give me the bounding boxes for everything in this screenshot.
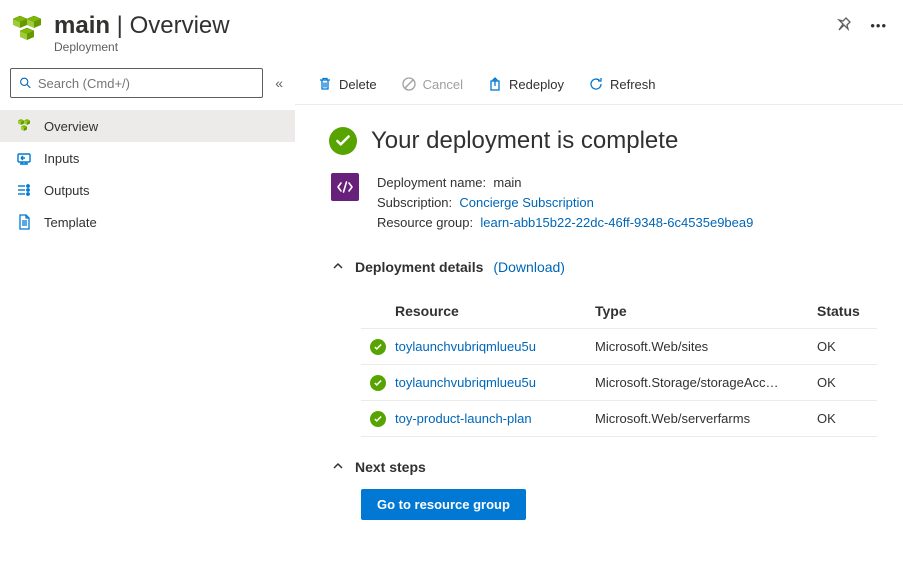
resource-type: Microsoft.Storage/storageAcc… — [595, 375, 817, 390]
header-text-block: main | Overview Deployment — [54, 12, 826, 54]
toolbar-label: Cancel — [423, 77, 463, 92]
trash-icon — [317, 76, 333, 92]
toolbar-label: Redeploy — [509, 77, 564, 92]
resource-type: Microsoft.Web/serverfarms — [595, 411, 817, 426]
sidebar-item-label: Inputs — [44, 151, 79, 166]
deployment-summary-text: Deployment name: main Subscription: Conc… — [377, 173, 753, 233]
col-resource: Resource — [395, 303, 595, 319]
section-title: Next steps — [355, 459, 426, 475]
resource-type: Microsoft.Web/sites — [595, 339, 817, 354]
resource-group-link[interactable]: learn-abb15b22-22dc-46ff-9348-6c4535e9be… — [480, 215, 753, 230]
inputs-icon — [16, 150, 32, 166]
sidebar: « Overview Inputs — [0, 64, 295, 567]
deployment-name-value: main — [493, 175, 521, 190]
page-title: main | Overview — [54, 12, 826, 40]
cancel-button: Cancel — [391, 72, 473, 96]
next-steps-section: Next steps Go to resource group — [331, 455, 877, 520]
pin-icon[interactable] — [836, 16, 852, 35]
table-row: toy-product-launch-plan Microsoft.Web/se… — [361, 401, 877, 437]
refresh-icon — [588, 76, 604, 92]
sidebar-item-label: Overview — [44, 119, 98, 134]
delete-button[interactable]: Delete — [307, 72, 387, 96]
page-subtitle: Deployment — [54, 40, 826, 54]
deployment-details-table: Resource Type Status toylaunchvubriqmlue… — [361, 293, 877, 437]
download-link[interactable]: (Download) — [493, 259, 565, 275]
deployment-details-header[interactable]: Deployment details (Download) — [331, 255, 877, 279]
resource-status: OK — [817, 375, 877, 390]
sidebar-item-inputs[interactable]: Inputs — [0, 142, 295, 174]
sidebar-item-label: Outputs — [44, 183, 90, 198]
toolbar-label: Refresh — [610, 77, 656, 92]
arm-template-icon — [331, 173, 359, 201]
sidebar-item-outputs[interactable]: Outputs — [0, 174, 295, 206]
collapse-sidebar-icon[interactable]: « — [271, 71, 287, 95]
resource-link[interactable]: toy-product-launch-plan — [395, 411, 595, 426]
main-content: Delete Cancel Redeploy Refresh — [295, 64, 903, 567]
search-icon — [19, 76, 32, 90]
overview-icon — [16, 118, 32, 134]
status-title: Your deployment is complete — [371, 127, 678, 155]
sidebar-item-template[interactable]: Template — [0, 206, 295, 238]
table-row: toylaunchvubriqmlueu5u Microsoft.Web/sit… — [361, 329, 877, 365]
deployment-details-section: Deployment details (Download) Resource T… — [331, 255, 877, 437]
search-box[interactable] — [10, 68, 263, 98]
refresh-button[interactable]: Refresh — [578, 72, 666, 96]
sidebar-item-overview[interactable]: Overview — [0, 110, 295, 142]
next-steps-header[interactable]: Next steps — [331, 455, 877, 479]
sidebar-nav: Overview Inputs — [0, 108, 295, 238]
more-icon[interactable]: ••• — [870, 18, 887, 33]
resource-link[interactable]: toylaunchvubriqmlueu5u — [395, 339, 595, 354]
deployment-cubes-icon — [10, 14, 44, 48]
table-header-row: Resource Type Status — [361, 293, 877, 329]
cancel-icon — [401, 76, 417, 92]
col-status: Status — [817, 303, 877, 319]
header-actions: ••• — [836, 16, 887, 35]
status-ok-icon — [370, 411, 386, 427]
outputs-icon — [16, 182, 32, 198]
resource-group-label: Resource group: — [377, 215, 473, 230]
page-header: main | Overview Deployment ••• — [0, 0, 903, 64]
status-row: Your deployment is complete — [329, 127, 877, 155]
content-area: Your deployment is complete Deployment n… — [295, 105, 903, 567]
resource-link[interactable]: toylaunchvubriqmlueu5u — [395, 375, 595, 390]
sidebar-item-label: Template — [44, 215, 97, 230]
col-type: Type — [595, 303, 817, 319]
table-row: toylaunchvubriqmlueu5u Microsoft.Storage… — [361, 365, 877, 401]
resource-status: OK — [817, 411, 877, 426]
deployment-summary: Deployment name: main Subscription: Conc… — [331, 173, 877, 233]
subscription-label: Subscription: — [377, 195, 452, 210]
deployment-name-label: Deployment name: — [377, 175, 486, 190]
chevron-up-icon — [331, 460, 345, 475]
chevron-up-icon — [331, 260, 345, 275]
resource-status: OK — [817, 339, 877, 354]
go-to-resource-group-button[interactable]: Go to resource group — [361, 489, 526, 520]
section-title: Deployment details — [355, 259, 483, 275]
toolbar-label: Delete — [339, 77, 377, 92]
template-icon — [16, 214, 32, 230]
redeploy-icon — [487, 76, 503, 92]
toolbar: Delete Cancel Redeploy Refresh — [295, 64, 903, 105]
search-input[interactable] — [38, 76, 254, 91]
redeploy-button[interactable]: Redeploy — [477, 72, 574, 96]
search-row: « — [0, 64, 295, 108]
subscription-link[interactable]: Concierge Subscription — [459, 195, 593, 210]
status-ok-icon — [370, 339, 386, 355]
status-ok-icon — [370, 375, 386, 391]
success-check-icon — [329, 127, 357, 155]
